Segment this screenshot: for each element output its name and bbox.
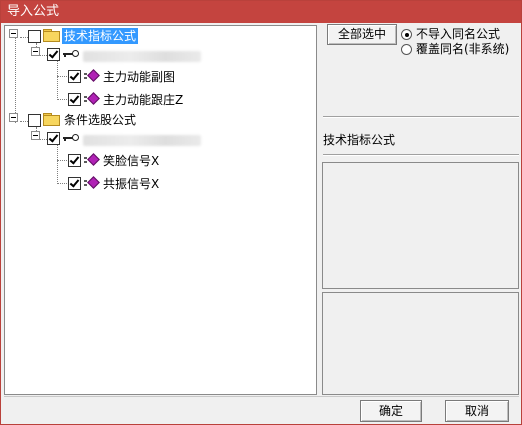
author-name-redacted — [83, 135, 201, 146]
tree-connector — [57, 60, 58, 100]
tree-group-label[interactable]: 条件选股公式 — [64, 112, 136, 128]
divider — [323, 116, 519, 118]
folder-icon — [43, 113, 60, 126]
tree-connector — [20, 121, 28, 122]
collapse-toggle[interactable] — [31, 131, 40, 140]
category-label: 技术指标公式 — [323, 133, 396, 147]
author-name-redacted — [83, 51, 201, 62]
title-bar[interactable]: 导入公式 — [1, 1, 521, 23]
formula-gem-icon — [84, 69, 100, 82]
tree-connector — [57, 99, 67, 100]
formula-label[interactable]: 共振信号X — [103, 176, 159, 192]
tree-connector — [20, 37, 28, 38]
formula-gem-icon — [84, 176, 100, 189]
radio-skip-same-name[interactable]: 不导入同名公式 — [401, 27, 516, 43]
formula-description-box[interactable] — [322, 162, 519, 289]
divider — [323, 154, 519, 156]
collapse-toggle[interactable] — [9, 29, 18, 38]
window-title: 导入公式 — [7, 4, 60, 19]
tree-connector — [57, 76, 67, 77]
ok-button[interactable]: 确定 — [360, 400, 422, 422]
radio-overwrite-same-name[interactable]: 覆盖同名(非系统) — [401, 42, 519, 58]
formula-checkbox[interactable] — [68, 177, 81, 190]
formula-gem-icon — [84, 153, 100, 166]
key-icon — [63, 50, 79, 58]
select-all-button[interactable]: 全部选中 — [327, 24, 397, 45]
collapse-toggle[interactable] — [9, 113, 18, 122]
folder-icon — [43, 29, 60, 42]
formula-checkbox[interactable] — [68, 154, 81, 167]
radio-label: 不导入同名公式 — [416, 27, 501, 41]
radio-label: 覆盖同名(非系统) — [416, 42, 510, 56]
formula-label[interactable]: 主力动能副图 — [103, 69, 175, 85]
radio-dot[interactable] — [401, 44, 412, 55]
import-formula-dialog: 导入公式 技术指标公式 主力动能副图 主力动能跟庄Z 条件选股公式 笑脸信号X … — [0, 0, 522, 425]
tree-group-label[interactable]: 技术指标公式 — [62, 28, 139, 44]
author-checkbox[interactable] — [47, 132, 60, 145]
key-icon — [63, 134, 79, 142]
formula-checkbox[interactable] — [68, 93, 81, 106]
tree-connector — [57, 183, 67, 184]
formula-params-box[interactable] — [322, 292, 519, 395]
tree-connector — [57, 144, 58, 184]
formula-tree[interactable]: 技术指标公式 主力动能副图 主力动能跟庄Z 条件选股公式 笑脸信号X 共振信号X — [4, 25, 317, 395]
formula-label[interactable]: 笑脸信号X — [103, 153, 159, 169]
author-checkbox[interactable] — [47, 48, 60, 61]
tree-connector — [57, 160, 67, 161]
formula-checkbox[interactable] — [68, 70, 81, 83]
footer-divider — [4, 396, 519, 397]
group-checkbox[interactable] — [28, 30, 41, 43]
tree-connector — [15, 38, 16, 123]
formula-gem-icon — [84, 92, 100, 105]
group-checkbox[interactable] — [28, 114, 41, 127]
cancel-button[interactable]: 取消 — [445, 400, 509, 422]
radio-dot[interactable] — [401, 29, 412, 40]
collapse-toggle[interactable] — [31, 47, 40, 56]
formula-label[interactable]: 主力动能跟庄Z — [103, 92, 183, 108]
